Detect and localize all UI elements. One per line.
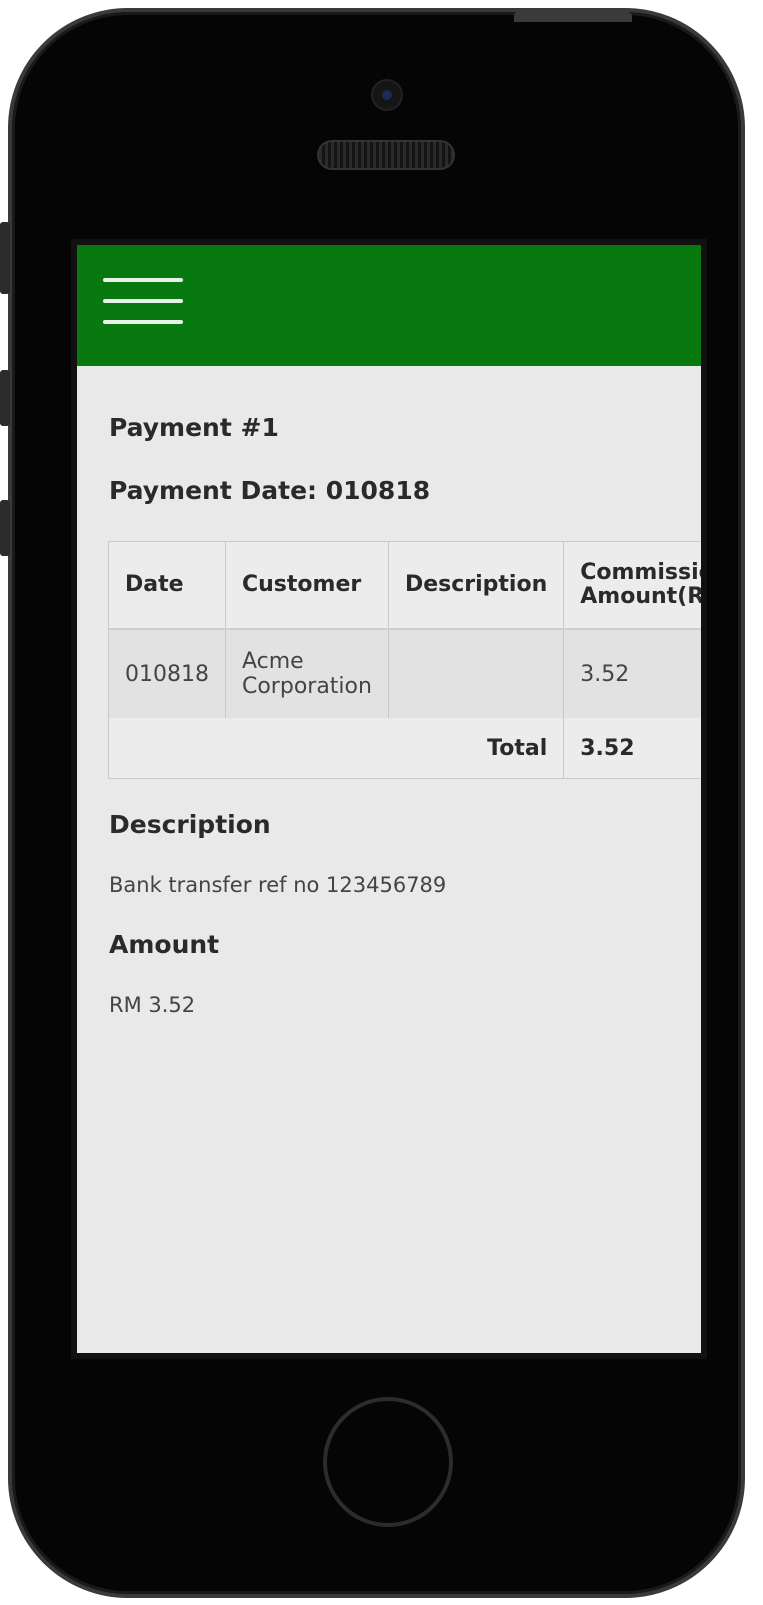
payment-date: Payment Date: 010818 (109, 476, 431, 505)
description-text: Bank transfer ref no 123456789 (109, 873, 447, 897)
app-bar (77, 245, 701, 366)
column-header-description: Description (388, 542, 565, 630)
total-value: 3.52 (563, 718, 701, 778)
cell-customer: Acme Corporation (225, 629, 389, 718)
amount-text: RM 3.52 (109, 993, 196, 1017)
earpiece-speaker (319, 142, 453, 168)
column-header-commission-amount: Commission Amount(RM) (563, 542, 701, 630)
cell-date: 010818 (109, 629, 226, 718)
hamburger-menu-icon[interactable] (103, 278, 183, 324)
description-heading: Description (109, 810, 271, 839)
table-header-row: Date Customer Description Commission Amo… (109, 542, 701, 630)
volume-down-button (0, 500, 10, 556)
app-screen: Payment #1 Payment Date: 010818 Date Cus… (77, 245, 701, 1353)
commission-table: Date Customer Description Commission Amo… (108, 541, 701, 779)
table-row: 010818 Acme Corporation 3.52 (109, 629, 701, 718)
phone-frame: Payment #1 Payment Date: 010818 Date Cus… (8, 8, 745, 1598)
cell-amount: 3.52 (563, 629, 701, 718)
payment-title: Payment #1 (109, 413, 279, 442)
column-header-customer: Customer (225, 542, 389, 630)
volume-up-button (0, 370, 10, 426)
total-label: Total (109, 718, 565, 778)
column-header-date: Date (109, 542, 226, 630)
cell-description (388, 629, 565, 718)
mute-switch (0, 222, 10, 294)
power-button (514, 12, 632, 22)
front-camera (373, 81, 401, 109)
home-button[interactable] (323, 1397, 453, 1527)
amount-heading: Amount (109, 930, 220, 959)
table-total-row: Total 3.52 (109, 718, 701, 778)
